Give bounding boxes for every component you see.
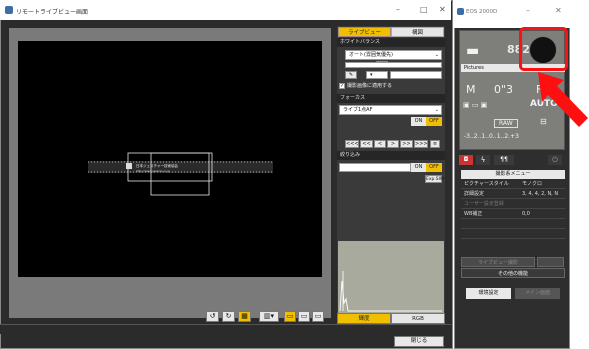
menu-row-picture-style[interactable]: ピクチャースタイル モノクロ	[461, 180, 565, 189]
focus-nav-mid-left[interactable]: <<	[360, 140, 373, 148]
menu-row-user-register[interactable]: ユーザー設定登録	[461, 200, 565, 209]
preferences-button[interactable]: 環境設定	[466, 288, 511, 299]
liveview-statusbar	[0, 324, 451, 334]
wb-field	[345, 62, 442, 68]
menu-row-empty	[461, 230, 565, 239]
shooting-menu-header: 撮影系メニュー	[461, 170, 565, 179]
tab-brightness[interactable]: 輝度	[337, 313, 391, 324]
focus-nav-buttons: <<< << < > >> >>> ≡	[345, 140, 442, 149]
menu-value: 0,0	[522, 211, 530, 217]
white-balance-value: オート(雰囲気優先)	[349, 52, 393, 58]
menu-row-empty	[461, 220, 565, 229]
apply-checkbox[interactable]: ✓	[339, 83, 345, 89]
histogram-graph	[339, 271, 442, 312]
main-window-button[interactable]: メイン画面	[515, 288, 560, 299]
narrowing-field	[339, 163, 411, 172]
battery-icon: ▬	[466, 43, 480, 59]
annotation-arrow-icon	[538, 72, 588, 127]
eos-close-button[interactable]: ✕	[555, 6, 562, 15]
menu-label: 詳細設定	[464, 191, 485, 197]
tab-liveview[interactable]: ライブビュー	[338, 27, 391, 37]
eos-titlebar: EOS 2000D – ✕	[454, 0, 570, 28]
camera-app-icon	[5, 6, 13, 14]
exp-sim-badge: Exp.SIM	[425, 175, 444, 183]
grid-icon[interactable]: ▦	[238, 311, 251, 322]
rotate-right-icon[interactable]: ↻	[222, 311, 235, 322]
menu-label: ピクチャースタイル	[464, 181, 509, 187]
focus-off-button[interactable]: OFF	[426, 117, 442, 126]
histogram	[338, 241, 444, 313]
narrowing-header: 絞り込み	[337, 151, 445, 160]
narrowing-on-button[interactable]: ON	[411, 163, 426, 172]
maximize-button[interactable]: □	[420, 5, 428, 14]
menu-value: モノクロ	[522, 181, 543, 187]
minimize-button[interactable]: –	[396, 5, 400, 14]
aspect-1-1-icon[interactable]: ▭	[284, 311, 296, 322]
eos-minimize-button[interactable]: –	[526, 6, 530, 15]
narrowing-off-button[interactable]: OFF	[426, 163, 442, 172]
aspect-16-9-icon[interactable]: ▭	[312, 311, 324, 322]
settings-icon[interactable]: ¶¶	[494, 155, 514, 165]
focus-nav-far-left[interactable]: <<<	[345, 140, 359, 148]
chevron-down-icon: ⌄	[434, 52, 439, 58]
white-balance-select[interactable]: オート(雰囲気優先) ⌄	[345, 50, 442, 60]
menu-row-wb-correction[interactable]: WB補正 0,0	[461, 210, 565, 219]
aspect-4-3-icon[interactable]: ▭	[298, 311, 310, 322]
exposure-scale: -3..2..1..0..1..2.+3	[464, 133, 519, 140]
focus-mode-value: ライブ1点AF	[343, 107, 373, 113]
eyedropper-icon[interactable]: ✎	[345, 71, 357, 79]
other-functions-button[interactable]: その他の機能	[461, 268, 565, 278]
close-window-button[interactable]: ✕	[439, 5, 446, 14]
histogram-tabs: 輝度 RGB	[337, 313, 445, 324]
wb-click-field	[390, 71, 442, 79]
wb-click-select[interactable]: ▾	[366, 71, 388, 79]
chevron-down-icon: ⌄	[434, 107, 439, 113]
focus-nav-near-left[interactable]: <	[374, 140, 386, 148]
annotation-highlight-box	[519, 27, 568, 71]
menu-label: WB補正	[464, 211, 483, 217]
power-icon[interactable]: ⏻	[548, 155, 562, 165]
liveview-image[interactable]: 日本ジェスチャー技術協会 http://www.gesture.or.jp	[18, 41, 322, 277]
metering-icon: ▣ ▭ ▣	[463, 101, 488, 109]
focus-nav-far-right[interactable]: >>>	[414, 140, 428, 148]
apply-label: 撮影画像に適用する	[347, 83, 393, 89]
liveview-shoot-button[interactable]: ライブビュー撮影	[461, 257, 535, 267]
grid-select-icon[interactable]: ▥▾	[259, 311, 279, 322]
liveview-window-title: リモートライブビュー画面	[16, 9, 89, 16]
eos-app-icon	[457, 8, 464, 15]
focus-nav-near-right[interactable]: >	[387, 140, 399, 148]
menu-value: 3, 4, 4, 2, N, N	[522, 191, 559, 197]
shooting-mode: M	[466, 83, 476, 96]
tab-rgb[interactable]: RGB	[391, 313, 445, 324]
liveview-titlebar: リモートライブビュー画面 – □ ✕	[0, 0, 451, 20]
focus-nav-extra-icon[interactable]: ≡	[430, 140, 440, 148]
lightning-icon[interactable]: ϟ	[476, 155, 490, 165]
liveview-monitor-icon[interactable]	[537, 257, 564, 267]
close-button[interactable]: 閉じる	[394, 336, 444, 347]
eos-window-title: EOS 2000D	[466, 9, 498, 15]
menu-label: ユーザー設定登録	[464, 201, 504, 207]
image-quality[interactable]: RAW	[494, 119, 518, 128]
focus-header: フォーカス	[337, 94, 445, 103]
liveview-image-content	[88, 152, 273, 196]
camera-icon[interactable]: ◘	[459, 155, 473, 165]
focus-on-button[interactable]: ON	[411, 117, 426, 126]
shutter-speed[interactable]: 0"3	[494, 83, 513, 96]
focus-nav-mid-right[interactable]: >>	[400, 140, 413, 148]
menu-row-detail-settings[interactable]: 詳細設定 3, 4, 4, 2, N, N	[461, 190, 565, 199]
white-balance-header: ホワイトバランス	[337, 38, 445, 47]
rotate-left-icon[interactable]: ↺	[206, 311, 219, 322]
focus-mode-select[interactable]: ライブ1点AF ⌄	[339, 105, 442, 115]
image-label-en: http://www.gesture.or.jp	[136, 169, 170, 173]
tab-composition[interactable]: 構図	[391, 27, 444, 37]
